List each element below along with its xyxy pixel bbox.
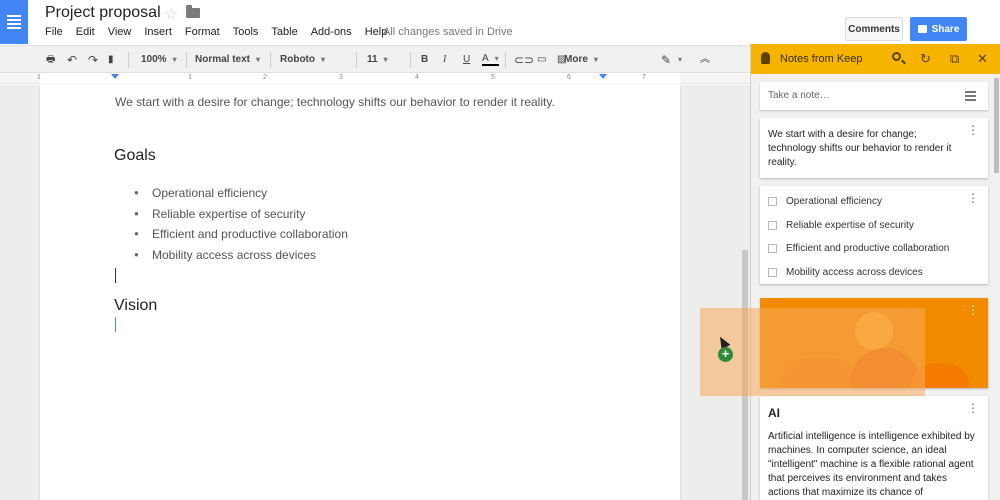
pencil-icon[interactable]: ✎ <box>661 52 671 68</box>
keep-bulb-icon <box>761 52 770 64</box>
checklist-item[interactable]: Efficient and productive collaboration <box>768 243 949 254</box>
zoom-select[interactable]: 100% <box>141 52 177 68</box>
menu-bar: File Edit View Insert Format Tools Table… <box>45 26 400 38</box>
star-icon[interactable]: ☆ <box>164 4 178 24</box>
menu-file[interactable]: File <box>45 26 63 38</box>
checklist-item[interactable]: Mobility access across devices <box>768 267 923 278</box>
note-text: We start with a desire for change; techn… <box>768 129 952 168</box>
lock-icon <box>917 25 927 33</box>
checklist-item[interactable]: Operational efficiency <box>768 196 882 207</box>
document-title[interactable]: Project proposal <box>45 4 161 22</box>
open-new-icon[interactable]: ⧉ <box>950 51 959 67</box>
list-item[interactable]: Mobility access across devices <box>134 248 348 269</box>
underline-button[interactable]: U <box>463 52 470 68</box>
keep-header: Notes from Keep ↻ ⧉ ✕ <box>751 44 1000 74</box>
link-icon[interactable]: ⊂⊃ <box>514 52 534 68</box>
italic-button[interactable]: I <box>443 52 446 68</box>
note-title: AI <box>768 406 780 420</box>
toolbar: 🖶 ↶ ↷ ▮ 100% Normal text Roboto 11 B I U… <box>0 45 750 73</box>
text-cursor <box>115 268 116 283</box>
refresh-icon[interactable]: ↻ <box>920 51 931 67</box>
checkbox[interactable] <box>768 221 777 230</box>
keep-note[interactable]: We start with a desire for change; techn… <box>760 118 988 178</box>
list-item[interactable]: Reliable expertise of security <box>134 207 348 228</box>
search-icon[interactable] <box>892 52 901 61</box>
keep-note[interactable]: AI Artificial intelligence is intelligen… <box>760 396 988 500</box>
checklist-item[interactable]: Reliable expertise of security <box>768 220 914 231</box>
redo-icon[interactable]: ↷ <box>88 52 98 68</box>
note-text: Artificial intelligence is intelligence … <box>768 431 975 498</box>
app-header: Project proposal ☆ File Edit View Insert… <box>0 0 1000 44</box>
more-vert-icon[interactable]: ⋮ <box>967 304 979 316</box>
goals-heading[interactable]: Goals <box>114 147 156 165</box>
intro-paragraph[interactable]: We start with a desire for change; techn… <box>115 95 555 109</box>
checkbox[interactable] <box>768 197 777 206</box>
menu-edit[interactable]: Edit <box>76 26 95 38</box>
text-cursor <box>115 317 116 332</box>
take-note-input[interactable]: Take a note… <box>760 82 988 110</box>
keep-panel: Notes from Keep ↻ ⧉ ✕ Take a note… We st… <box>750 44 1000 500</box>
keep-scrollbar[interactable] <box>994 78 999 173</box>
add-icon: + <box>718 347 733 362</box>
take-note-placeholder: Take a note… <box>768 90 830 101</box>
more-vert-icon[interactable]: ⋮ <box>967 124 979 136</box>
paint-format-icon[interactable]: ▮ <box>108 52 114 68</box>
style-select[interactable]: Normal text <box>195 52 260 68</box>
menu-insert[interactable]: Insert <box>144 26 172 38</box>
close-icon[interactable]: ✕ <box>977 51 988 67</box>
vision-heading[interactable]: Vision <box>114 297 157 315</box>
comment-icon[interactable]: ▭ <box>537 52 546 68</box>
goals-list: Operational efficiency Reliable expertis… <box>134 186 348 268</box>
print-icon[interactable]: 🖶 <box>46 52 55 68</box>
menu-view[interactable]: View <box>108 26 132 38</box>
collapse-icon[interactable]: ︽ <box>700 52 710 68</box>
bold-button[interactable]: B <box>421 52 428 68</box>
more-button[interactable]: More <box>564 52 598 68</box>
font-select[interactable]: Roboto <box>280 52 325 68</box>
more-vert-icon[interactable]: ⋮ <box>967 192 979 204</box>
list-item[interactable]: Operational efficiency <box>134 186 348 207</box>
menu-format[interactable]: Format <box>185 26 220 38</box>
checkbox[interactable] <box>768 268 777 277</box>
more-vert-icon[interactable]: ⋮ <box>967 402 979 414</box>
checkbox[interactable] <box>768 244 777 253</box>
docs-menu-icon[interactable] <box>0 0 28 44</box>
undo-icon[interactable]: ↶ <box>67 52 77 68</box>
text-color-button[interactable]: A <box>482 52 499 66</box>
keep-checklist-note[interactable]: Operational efficiency Reliable expertis… <box>760 186 988 284</box>
keep-title: Notes from Keep <box>780 53 863 65</box>
font-size-select[interactable]: 11 <box>367 52 388 68</box>
menu-addons[interactable]: Add-ons <box>311 26 352 38</box>
menu-tools[interactable]: Tools <box>233 26 259 38</box>
drag-ghost-image <box>700 308 925 396</box>
list-item[interactable]: Efficient and productive collaboration <box>134 227 348 248</box>
comments-button[interactable]: Comments <box>845 17 903 41</box>
folder-icon[interactable] <box>186 5 200 18</box>
share-button[interactable]: Share <box>910 17 967 41</box>
save-status[interactable]: All changes saved in Drive <box>383 26 513 38</box>
list-icon[interactable] <box>965 91 976 103</box>
share-label: Share <box>931 23 960 35</box>
chevron-down-icon[interactable]: ▾ <box>678 52 682 68</box>
menu-table[interactable]: Table <box>271 26 297 38</box>
ruler[interactable]: 1 1 2 3 4 5 6 7 <box>0 74 750 84</box>
